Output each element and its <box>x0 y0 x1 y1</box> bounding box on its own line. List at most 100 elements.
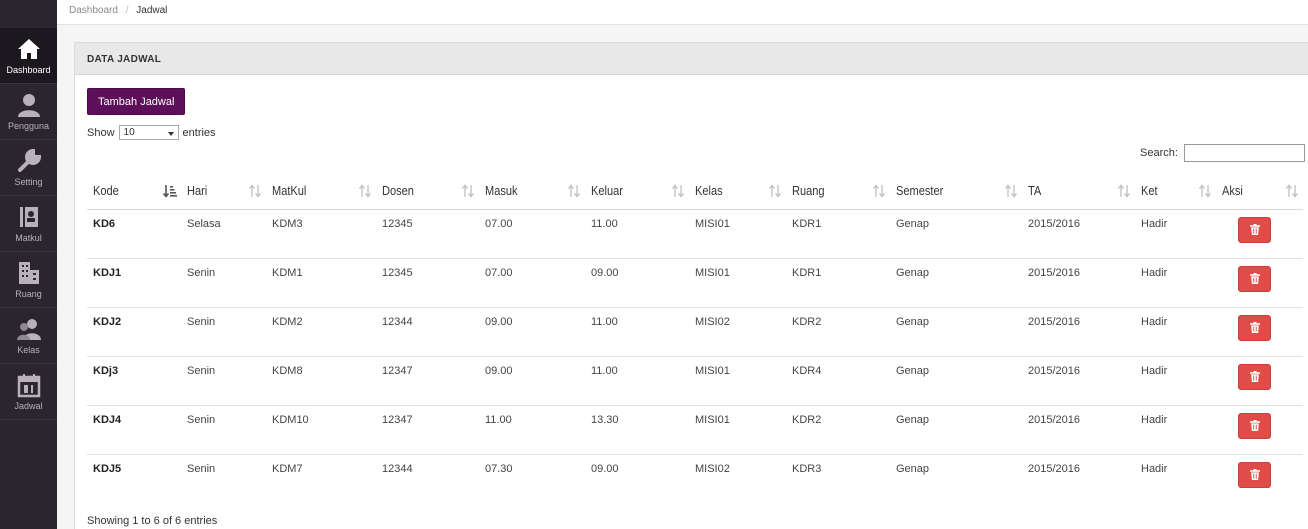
cell-hari: Selasa <box>181 209 266 259</box>
delete-button[interactable] <box>1238 265 1271 292</box>
cell-hari: Senin <box>181 258 266 308</box>
cell-hari: Senin <box>181 307 266 357</box>
sort-icon <box>567 184 581 198</box>
cell-aksi <box>1216 454 1303 503</box>
wrench-icon <box>17 148 41 172</box>
sidebar-item-label: Kelas <box>17 345 40 355</box>
trash-icon <box>1249 322 1260 333</box>
sidebar-item-dashboard[interactable]: Dashboard <box>0 28 57 84</box>
delete-button[interactable] <box>1238 461 1271 488</box>
column-header-matkul[interactable]: MatKul <box>266 173 376 210</box>
sort-icon <box>872 184 886 198</box>
cell-dosen: 12344 <box>382 462 413 475</box>
cell-ruang: KDR2 <box>786 307 890 357</box>
tambah-jadwal-button[interactable]: Tambah Jadwal <box>87 88 186 115</box>
trash-icon <box>1249 469 1260 480</box>
sort-icon <box>248 184 262 198</box>
column-header-kelas[interactable]: Kelas <box>689 173 786 210</box>
sidebar-item-setting[interactable]: Setting <box>0 140 57 196</box>
cell-kelas: MISI01 <box>689 405 786 455</box>
cell-ta: 2015/2016 <box>1022 307 1135 357</box>
sidebar-item-label: Jadwal <box>14 401 43 411</box>
cell-keluar: 09.00 <box>591 462 619 475</box>
breadcrumb: Dashboard / Jadwal <box>57 0 1308 25</box>
cell-aksi <box>1216 258 1303 308</box>
entries-select-value: 10 <box>123 127 135 138</box>
table-search: Search: <box>1140 144 1305 162</box>
table-row: KDJ2 Senin KDM2 12344 09.00 11.00 MISI02 KDR2 Ge… <box>87 307 1303 357</box>
cell-matkul: KDM3 <box>266 209 376 259</box>
sidebar-top <box>0 0 57 28</box>
cell-ta: 2015/2016 <box>1022 356 1135 406</box>
column-header-ruang[interactable]: Ruang <box>786 173 890 210</box>
delete-button[interactable] <box>1238 412 1271 439</box>
column-header-hari[interactable]: Hari <box>181 173 266 210</box>
column-header-keluar[interactable]: Keluar <box>585 173 689 210</box>
table-row: KD6 Selasa KDM3 12345 07.00 11.00 MISI01 KDR1 Ge… <box>87 209 1303 259</box>
home-icon <box>17 39 40 59</box>
column-header-label: Ket <box>1141 183 1158 199</box>
column-header-masuk[interactable]: Masuk <box>479 173 585 210</box>
cell-ta: 2015/2016 <box>1022 405 1135 455</box>
sidebar-item-jadwal[interactable]: Jadwal <box>0 364 57 420</box>
column-header-label: Semester <box>896 183 944 199</box>
cell-keluar: 11.00 <box>585 356 689 406</box>
cell-ket: Hadir <box>1135 209 1216 259</box>
search-label: Search: <box>1140 147 1178 159</box>
cell-ruang: KDR2 <box>786 405 890 455</box>
trash-icon <box>1249 224 1260 235</box>
cell-keluar: 09.00 <box>585 258 689 308</box>
length-show-label: Show <box>87 126 115 139</box>
cell-kode: KD6 <box>87 209 181 259</box>
sidebar-item-label: Setting <box>14 177 43 187</box>
cell-masuk: 07.30 <box>485 462 513 475</box>
cell-semester: Genap <box>890 258 1022 308</box>
delete-button[interactable] <box>1238 216 1271 243</box>
sidebar-item-label: Pengguna <box>7 121 50 131</box>
column-header-semester[interactable]: Semester <box>890 173 1022 210</box>
sort-icon <box>1285 184 1299 198</box>
panel-header: DATA JADWAL <box>75 43 1308 75</box>
column-header-label: Masuk <box>485 183 518 199</box>
column-header-label: Hari <box>187 183 208 199</box>
cell-ta: 2015/2016 <box>1022 258 1135 308</box>
cell-semester: Genap <box>890 405 1022 455</box>
column-header-aksi[interactable]: Aksi <box>1216 173 1303 210</box>
sidebar-item-label: Dashboard <box>6 65 51 75</box>
column-header-kode[interactable]: Kode <box>87 173 181 210</box>
cell-matkul: KDM1 <box>266 258 376 308</box>
cell-aksi <box>1216 307 1303 357</box>
cell-kelas: MISI02 <box>695 462 730 475</box>
column-header-ta[interactable]: TA <box>1022 173 1135 210</box>
cell-kode: KDJ1 <box>87 258 181 308</box>
sidebar-item-matkul[interactable]: Matkul <box>0 196 57 252</box>
trash-icon <box>1249 273 1260 284</box>
sidebar-item-pengguna[interactable]: Pengguna <box>0 84 57 140</box>
column-header-label: Keluar <box>591 183 623 199</box>
table-header-row: Kode Hari MatKul Dosen Masuk Keluar Kelas Ruang… <box>87 173 1303 210</box>
sidebar-item-kelas[interactable]: Kelas <box>0 308 57 364</box>
column-header-label: MatKul <box>272 183 307 199</box>
cell-masuk: 07.00 <box>479 258 585 308</box>
table-info: Showing 1 to 6 of 6 entries <box>87 515 218 527</box>
column-header-label: Aksi <box>1222 183 1243 199</box>
cell-matkul: KDM10 <box>266 405 376 455</box>
delete-button[interactable] <box>1238 363 1271 390</box>
cell-kelas: MISI02 <box>689 307 786 357</box>
entries-select[interactable]: 10 <box>118 125 179 140</box>
column-header-label: Ruang <box>792 183 825 199</box>
cell-keluar: 11.00 <box>585 209 689 259</box>
cell-semester: Genap <box>890 356 1022 406</box>
length-entries-label: entries <box>182 126 216 139</box>
search-input[interactable] <box>1183 144 1305 162</box>
column-header-ket[interactable]: Ket <box>1135 173 1216 210</box>
column-header-dosen[interactable]: Dosen <box>376 173 479 210</box>
breadcrumb-dashboard-link[interactable]: Dashboard <box>69 5 118 16</box>
cell-dosen: 12345 <box>376 209 479 259</box>
delete-button[interactable] <box>1238 314 1271 341</box>
entries-length-control: Show 10 entries <box>87 125 216 140</box>
sort-icon <box>671 184 685 198</box>
sidebar: Dashboard Pengguna Setting Matkul Ruang … <box>0 0 57 529</box>
sort-icon <box>461 184 475 198</box>
sidebar-item-ruang[interactable]: Ruang <box>0 252 57 308</box>
